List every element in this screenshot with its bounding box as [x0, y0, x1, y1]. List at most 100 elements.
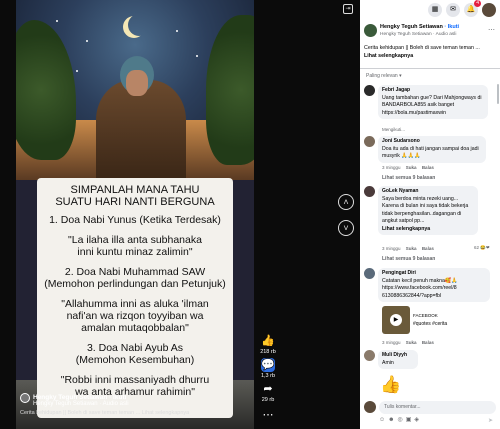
author-avatar[interactable]: [364, 24, 377, 37]
comment-text: Uang tambahan gue? Dari Mahjongways di B…: [382, 94, 482, 116]
composer-tools: ☺☻◎▣◈: [379, 416, 422, 423]
commenter-avatar[interactable]: [364, 136, 375, 147]
card-line: amalan mutaqobbalan": [81, 322, 189, 334]
divider: [360, 68, 500, 69]
menu-grid-button[interactable]: ▦: [428, 3, 442, 17]
collapse-panel-icon[interactable]: ⇥: [343, 4, 353, 14]
overlay-author[interactable]: Hengky Teguh Setiawan · Ikuti Hengky Teg…: [33, 394, 129, 407]
profile-avatar-button[interactable]: [482, 3, 496, 17]
card-line: inni kuntu minaz zalimin": [77, 246, 193, 258]
view-replies-link[interactable]: Lihat semua 9 balasan: [382, 256, 435, 262]
overlay-author-avatar[interactable]: [20, 393, 30, 403]
author-sub: Hengky Teguh Setiawan · Audio asli: [380, 32, 457, 37]
previous-reel-button[interactable]: ˄: [338, 194, 354, 210]
reaction-number: 62: [474, 245, 480, 250]
overlay-author-sub: Hengky Teguh Setiawan · Audio asli: [33, 401, 129, 407]
notifications-button[interactable]: 🔔 4: [464, 0, 481, 17]
reel-video[interactable]: SIMPANLAH MANA TAHU SUATU HARI NANTI BER…: [16, 0, 254, 429]
avatar-sticker-icon[interactable]: ◈: [414, 417, 422, 423]
commenter-name[interactable]: Febri Jagap: [382, 87, 484, 95]
star: [176, 30, 178, 32]
comment-text: Saya berdoa minta rezeki uang... Karena …: [382, 195, 469, 225]
comment-meta: 3 minggu Suka Balas: [382, 340, 434, 345]
comment-meta: Mengikuti...: [382, 127, 406, 132]
link-preview-text[interactable]: FACEBOOK #quotes #cerita: [413, 312, 447, 328]
caption-text: Cerita kehidupan || Boleh di save teman …: [364, 45, 480, 51]
thumbs-up-sticker-icon: 👍: [380, 375, 402, 394]
view-replies-link[interactable]: Lihat semua 9 balasan: [382, 175, 435, 181]
author-name[interactable]: Hengky Teguh Setiawan: [380, 24, 443, 30]
commenter-avatar[interactable]: [364, 350, 375, 361]
commenter-name[interactable]: Pengingat Diri: [382, 270, 486, 278]
messenger-button[interactable]: ✉: [446, 3, 460, 17]
praying-man-face: [126, 70, 148, 96]
card-line: 1. Doa Nabi Yunus (Ketika Terdesak): [49, 214, 221, 226]
comment-bubble: Pengingat Diri Catatan kecil penuh makna…: [378, 268, 490, 302]
more-action[interactable]: ⋯: [256, 408, 280, 423]
follow-button[interactable]: · Ikuti: [444, 24, 459, 30]
card-title-line-1: SIMPANLAH MANA TAHU: [70, 184, 200, 196]
overlay-author-name[interactable]: Hengky Teguh Setiawan · Ikuti: [33, 394, 129, 401]
commenter-name[interactable]: Muli Diyyh: [382, 352, 414, 360]
like-count: 218 rb: [260, 349, 276, 355]
more-options-icon[interactable]: ⋯: [488, 26, 495, 34]
comment-time: 3 minggu: [382, 246, 401, 251]
comment-input[interactable]: Tulis komentar...: [379, 401, 496, 414]
top-bar: ▦ ✉ 🔔 4: [360, 0, 500, 20]
card-line: "La ilaha illa anta subhanaka: [68, 234, 202, 246]
commenter-avatar[interactable]: [364, 85, 375, 96]
comment-text: Catatan kecil penuh makna🥰🙏 https://www.…: [382, 277, 458, 299]
like-comment-button[interactable]: Suka: [406, 340, 417, 345]
chevron-down-icon: ˅: [343, 223, 349, 233]
send-icon[interactable]: ➤: [488, 417, 493, 424]
comment-text: Amin: [382, 359, 394, 366]
like-comment-button[interactable]: Suka: [406, 246, 417, 251]
reaction-icons: 😂❤: [480, 245, 490, 250]
commenter-avatar[interactable]: [364, 186, 375, 197]
bell-icon: 🔔: [466, 6, 476, 13]
next-reel-button[interactable]: ˅: [338, 220, 354, 236]
grid-icon: ▦: [431, 6, 439, 13]
card-line: "Allahumma inni as aluka 'ilman: [61, 298, 209, 310]
share-count: 29 rb: [261, 397, 275, 403]
commenter-name[interactable]: GoLek Nyaman: [382, 188, 474, 196]
see-more-link[interactable]: Lihat selengkapnya: [364, 53, 413, 59]
reply-comment-button[interactable]: Balas: [422, 165, 434, 170]
sticker-icon[interactable]: ☺: [379, 417, 388, 423]
crescent-moon-image: [128, 14, 150, 36]
card-line: "Robbi inni massaniyadh dhurru: [60, 374, 210, 386]
comment-bubble: Muli Diyyh Amin: [378, 350, 418, 369]
link-source: FACEBOOK: [413, 313, 438, 318]
star: [76, 70, 78, 72]
comment-bubble: Febri Jagap Uang tambahan gue? Dari Mahj…: [378, 85, 488, 119]
card-title-line-2: SUATU HARI NANTI BERGUNA: [55, 196, 215, 208]
reply-comment-button[interactable]: Balas: [422, 246, 434, 251]
comment-bubble: GoLek Nyaman Saya berdoa minta rezeki ua…: [378, 186, 478, 235]
reply-comment-button[interactable]: Balas: [422, 340, 434, 345]
comment-action[interactable]: 💬 1,3 rb: [256, 358, 280, 379]
card-line: 3. Doa Nabi Ayub As: [86, 342, 184, 354]
card-line: (Memohon perlindungan dan Petunjuk): [44, 278, 226, 290]
camera-icon[interactable]: ◎: [397, 417, 405, 423]
chevron-up-icon: ˄: [343, 197, 349, 207]
video-viewer: SIMPANLAH MANA TAHU SUATU HARI NANTI BER…: [0, 0, 360, 429]
comment-icon: 💬: [261, 358, 275, 372]
reaction-count: 62 😂❤: [474, 245, 490, 251]
comments-panel: ▦ ✉ 🔔 4 Hengky Teguh Setiawan · Ikuti Hen…: [360, 0, 500, 429]
notifications-badge: 4: [474, 0, 481, 7]
like-action[interactable]: 👍 218 rb: [256, 334, 280, 355]
like-comment-button[interactable]: Suka: [406, 165, 417, 170]
more-dots-icon: ⋯: [262, 409, 274, 421]
author-line: Hengky Teguh Setiawan · Ikuti: [380, 24, 459, 30]
post-caption: Cerita kehidupan || Boleh di save teman …: [364, 44, 496, 60]
see-more-link[interactable]: Lihat selengkapnya: [382, 226, 474, 234]
scrollbar[interactable]: [497, 84, 499, 104]
commenter-avatar[interactable]: [364, 268, 375, 279]
sort-dropdown[interactable]: Paling relevan ▾: [366, 73, 402, 79]
overlay-caption[interactable]: Cerita kehidupan || Boleh di save teman …: [20, 410, 189, 416]
thumbs-up-icon: 👍: [261, 335, 275, 347]
share-action[interactable]: ➦ 29 rb: [256, 382, 280, 403]
play-icon[interactable]: ▶: [390, 314, 402, 326]
my-avatar: [364, 401, 376, 413]
commenter-name[interactable]: Joni Sudarsono: [382, 138, 482, 146]
